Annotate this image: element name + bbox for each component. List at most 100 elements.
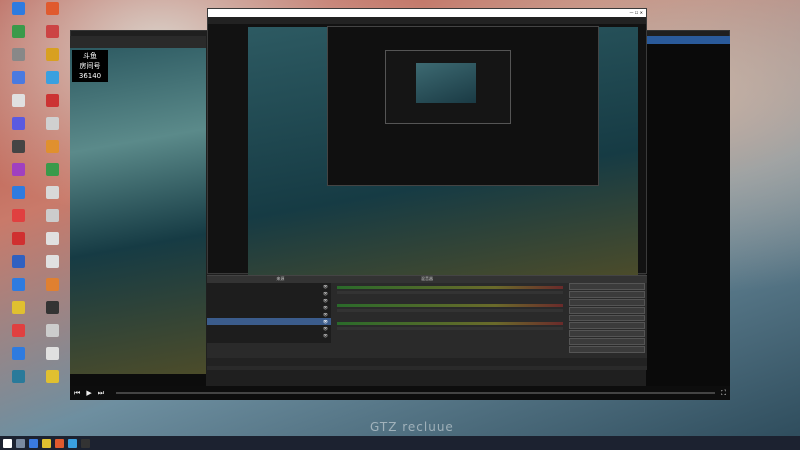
app-icon xyxy=(11,2,25,15)
source-item[interactable]: 👁 xyxy=(207,290,331,297)
desktop-icon[interactable] xyxy=(2,94,34,117)
source-item[interactable]: 👁 xyxy=(207,311,331,318)
app-icon xyxy=(45,232,59,245)
eye-icon[interactable]: 👁 xyxy=(323,333,328,338)
desktop-icon[interactable] xyxy=(2,370,34,393)
desktop-icons xyxy=(2,2,68,432)
source-item[interactable]: 👁 xyxy=(207,297,331,304)
volume-slider[interactable] xyxy=(337,309,563,312)
control-button[interactable] xyxy=(569,322,645,330)
desktop-icon[interactable] xyxy=(36,301,68,324)
source-item[interactable]: 👁 xyxy=(207,325,331,332)
desktop-icon[interactable] xyxy=(2,2,34,25)
eye-icon[interactable]: 👁 xyxy=(323,284,328,289)
desktop-icon[interactable] xyxy=(36,370,68,393)
desktop-icon[interactable] xyxy=(36,163,68,186)
app-icon xyxy=(45,278,59,291)
source-item[interactable]: 👁 xyxy=(207,283,331,290)
inner-menubar[interactable] xyxy=(208,17,646,24)
app-icon xyxy=(45,48,59,61)
window-controls[interactable]: — ☐ ✕ xyxy=(630,10,643,16)
desktop-icon[interactable] xyxy=(36,324,68,347)
app-icon xyxy=(45,209,59,222)
desktop-icon[interactable] xyxy=(36,209,68,232)
eye-icon[interactable]: 👁 xyxy=(323,326,328,331)
control-button[interactable] xyxy=(569,330,645,338)
eye-icon[interactable]: 👁 xyxy=(323,319,328,324)
desktop-icon[interactable] xyxy=(2,48,34,71)
app-icon xyxy=(45,324,59,337)
eye-icon[interactable]: 👁 xyxy=(323,312,328,317)
desktop-icon[interactable] xyxy=(2,278,34,301)
control-button[interactable] xyxy=(569,298,645,306)
desktop-icon[interactable] xyxy=(36,278,68,301)
desktop-icon[interactable] xyxy=(36,117,68,140)
desktop-icon[interactable] xyxy=(36,2,68,25)
desktop-icon[interactable] xyxy=(2,186,34,209)
douyu-logo: 斗鱼 房间号 36140 xyxy=(72,50,108,82)
start-icon[interactable] xyxy=(3,438,12,448)
app-icon xyxy=(11,347,25,360)
obs-icon[interactable] xyxy=(81,438,90,448)
source-item[interactable]: 👁 xyxy=(207,332,331,339)
list-item[interactable] xyxy=(646,36,730,44)
app-icon xyxy=(45,2,59,15)
desktop-icon[interactable] xyxy=(36,255,68,278)
desktop-icon[interactable] xyxy=(36,140,68,163)
control-button[interactable] xyxy=(569,290,645,298)
app-icon xyxy=(45,71,59,84)
folder-icon[interactable] xyxy=(42,438,51,448)
control-button[interactable] xyxy=(569,283,645,290)
app-icon xyxy=(45,301,59,314)
desktop-icon[interactable] xyxy=(2,25,34,48)
eye-icon[interactable]: 👁 xyxy=(323,305,328,310)
desktop-icon[interactable] xyxy=(2,255,34,278)
volume-slider[interactable] xyxy=(337,327,563,330)
app-icon xyxy=(45,140,59,153)
desktop-icon[interactable] xyxy=(36,232,68,255)
app-icon xyxy=(45,117,59,130)
control-button[interactable] xyxy=(569,338,645,346)
prev-button[interactable]: ⏮ xyxy=(74,389,80,398)
list-item[interactable] xyxy=(646,52,730,60)
desktop-icon[interactable] xyxy=(2,163,34,186)
next-button[interactable]: ⏭ xyxy=(98,389,104,398)
scene-title xyxy=(70,36,206,48)
play-button[interactable]: ▶ xyxy=(86,389,91,397)
app-icon[interactable] xyxy=(29,438,38,448)
desktop-icon[interactable] xyxy=(2,324,34,347)
eye-icon[interactable]: 👁 xyxy=(323,291,328,296)
seek-bar[interactable] xyxy=(116,392,716,394)
scene-preview: 斗鱼 房间号 36140 xyxy=(70,36,206,386)
mixer-header: 混音器 xyxy=(421,276,433,281)
desktop-icon[interactable] xyxy=(36,48,68,71)
desktop-icon[interactable] xyxy=(2,301,34,324)
eye-icon[interactable]: 👁 xyxy=(323,298,328,303)
desktop-icon[interactable] xyxy=(2,347,34,370)
nested-image xyxy=(416,63,476,103)
app-icon xyxy=(45,255,59,268)
desktop-icon[interactable] xyxy=(2,140,34,163)
app-icon xyxy=(11,301,25,314)
source-item[interactable]: 👁 xyxy=(207,304,331,311)
app-icon[interactable] xyxy=(55,438,64,448)
list-item[interactable] xyxy=(646,44,730,52)
desktop-icon[interactable] xyxy=(36,94,68,117)
desktop-icon[interactable] xyxy=(2,232,34,255)
desktop-icon[interactable] xyxy=(36,186,68,209)
desktop-icon[interactable] xyxy=(36,71,68,94)
fullscreen-icon[interactable]: ⛶ xyxy=(721,389,726,398)
control-button[interactable] xyxy=(569,306,645,314)
list-item[interactable] xyxy=(646,60,730,68)
desktop-icon[interactable] xyxy=(2,71,34,94)
desktop-icon[interactable] xyxy=(36,347,68,370)
desktop-icon[interactable] xyxy=(2,117,34,140)
desktop-icon[interactable] xyxy=(2,209,34,232)
app-icon[interactable] xyxy=(68,438,77,448)
volume-slider[interactable] xyxy=(337,291,563,294)
search-icon[interactable] xyxy=(16,438,25,448)
desktop-icon[interactable] xyxy=(36,25,68,48)
source-item[interactable]: 👁 xyxy=(207,318,331,325)
control-button[interactable] xyxy=(569,314,645,322)
control-button[interactable] xyxy=(569,346,645,354)
